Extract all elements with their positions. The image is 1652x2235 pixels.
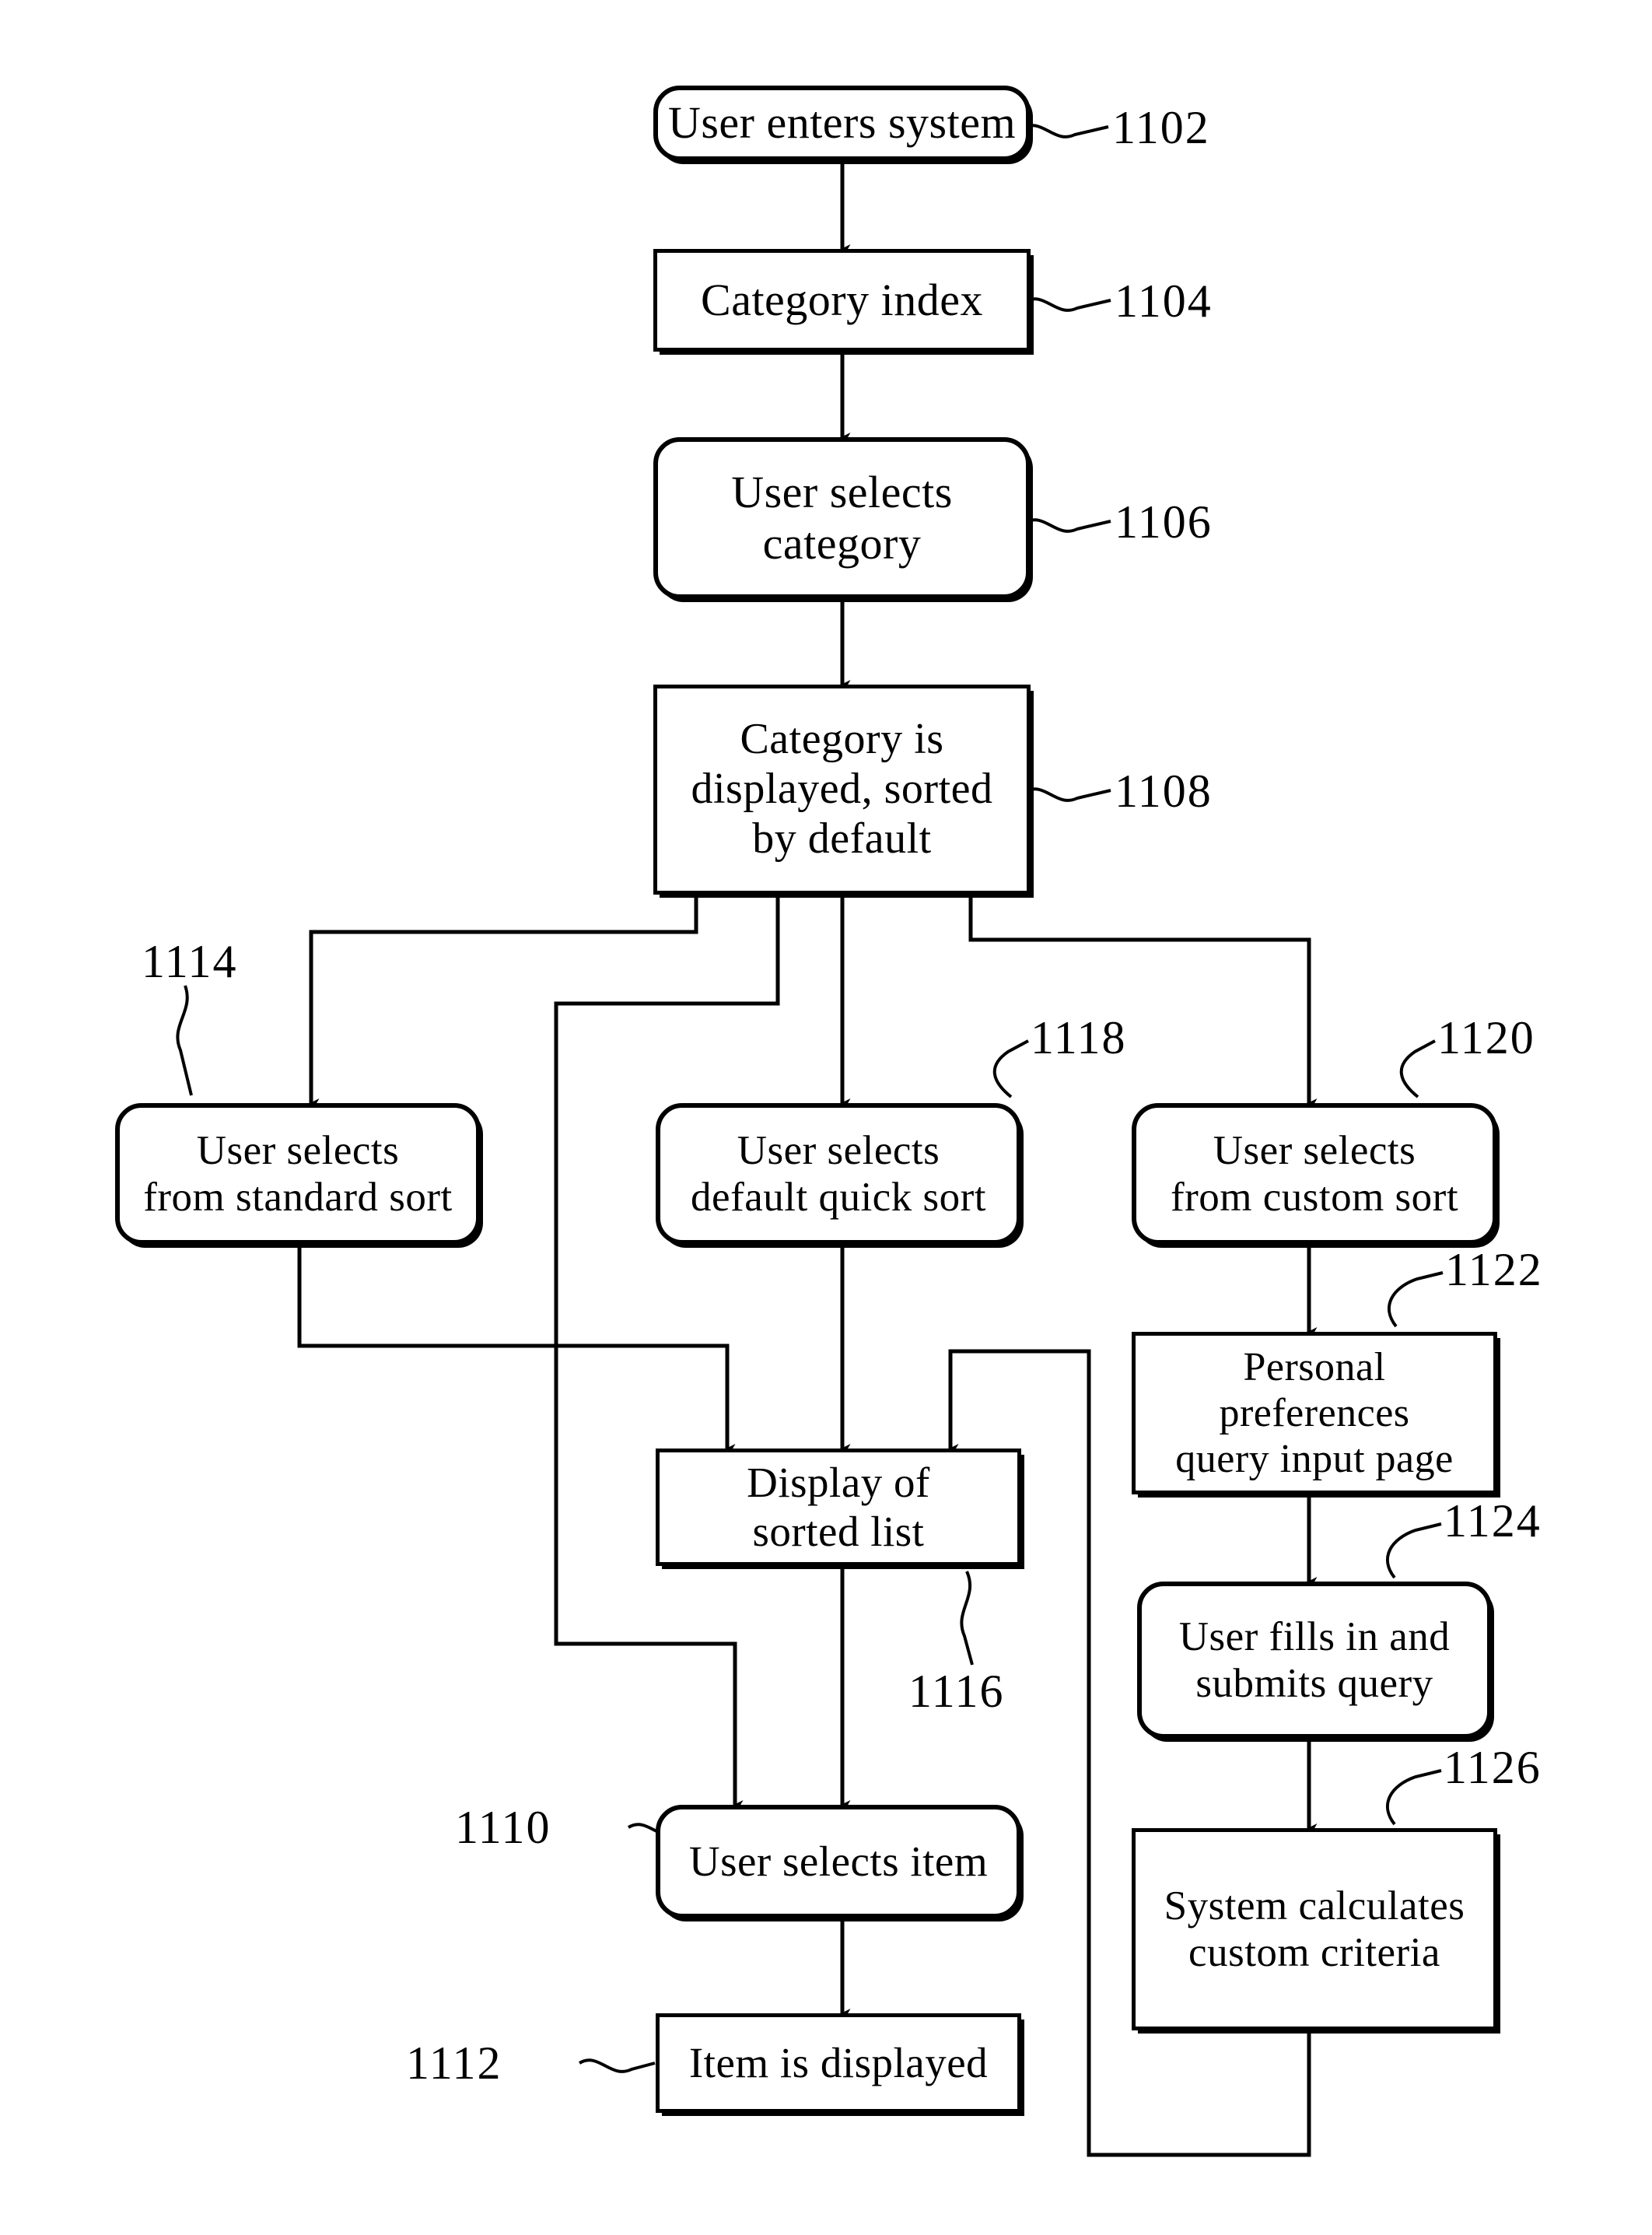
- node-label-line1: Category is: [740, 715, 944, 764]
- ref-numeral-1118: 1118: [1031, 1012, 1127, 1063]
- leader-1102: [1021, 124, 1109, 138]
- ref-numeral-1120: 1120: [1437, 1012, 1535, 1063]
- node-label-line2: sorted list: [752, 1507, 925, 1555]
- leader-1124: [1385, 1522, 1442, 1579]
- edge-1108-1114: [309, 895, 698, 1108]
- leader-1122: [1387, 1271, 1444, 1328]
- ref-numeral-1124: 1124: [1444, 1495, 1542, 1547]
- leader-1112: [578, 2058, 656, 2073]
- node-category-displayed-sorted[interactable]: Category is displayed, sorted by default: [653, 685, 1031, 895]
- edge-1108-1120: [968, 895, 1318, 1108]
- ref-numeral-1102: 1102: [1112, 102, 1210, 153]
- node-user-enters-system[interactable]: User enters system: [653, 86, 1031, 161]
- node-user-selects-standard-sort[interactable]: User selects from standard sort: [115, 1103, 481, 1245]
- edge-1108-1110: [554, 895, 780, 1809]
- node-system-calculates-custom-criteria[interactable]: System calculates custom criteria: [1132, 1828, 1497, 2030]
- node-label: User selects item: [688, 1837, 989, 1885]
- ref-numeral-1116: 1116: [908, 1666, 1005, 1717]
- node-label-line2: displayed, sorted: [691, 765, 993, 814]
- leader-1120: [1399, 1039, 1436, 1098]
- node-label-line1: User selects: [731, 466, 953, 517]
- ref-numeral-1114: 1114: [142, 936, 238, 987]
- node-label-line2: custom criteria: [1188, 1930, 1440, 1975]
- leader-1126: [1385, 1769, 1442, 1826]
- ref-numeral-1104: 1104: [1115, 275, 1213, 327]
- node-label: Category index: [701, 274, 983, 325]
- node-label-line2: preferences: [1219, 1390, 1410, 1435]
- node-label-line3: query input page: [1175, 1437, 1454, 1482]
- leader-1108: [1024, 787, 1111, 802]
- leader-1104: [1024, 297, 1111, 312]
- node-user-selects-category[interactable]: User selects category: [653, 437, 1031, 599]
- node-user-selects-custom-sort[interactable]: User selects from custom sort: [1132, 1103, 1497, 1245]
- node-item-is-displayed[interactable]: Item is displayed: [656, 2013, 1021, 2113]
- leader-1116: [960, 1571, 974, 1666]
- leader-1106: [1024, 518, 1111, 533]
- node-label: Item is displayed: [688, 2038, 989, 2086]
- ref-numeral-1122: 1122: [1445, 1244, 1543, 1295]
- leader-1114: [176, 985, 193, 1096]
- figure-sheet: User enters system Category index User s…: [0, 0, 1652, 2235]
- node-label-line2: from custom sort: [1170, 1175, 1459, 1220]
- node-user-selects-item[interactable]: User selects item: [656, 1805, 1021, 1918]
- node-label-line2: submits query: [1195, 1661, 1433, 1706]
- ref-numeral-1126: 1126: [1444, 1742, 1542, 1793]
- node-label-line2: default quick sort: [691, 1175, 986, 1220]
- ref-numeral-1110: 1110: [455, 1802, 551, 1853]
- node-label-line2: from standard sort: [143, 1175, 453, 1220]
- node-label-line1: User selects: [1213, 1127, 1416, 1173]
- node-user-fills-in-submits-query[interactable]: User fills in and submits query: [1137, 1582, 1492, 1739]
- edge-1114-1116: [297, 1245, 736, 1453]
- leader-1118: [992, 1039, 1029, 1098]
- node-label-line1: Personal: [1243, 1344, 1386, 1389]
- node-label-line1: Display of: [747, 1458, 930, 1506]
- node-label-line3: by default: [752, 814, 932, 863]
- node-label-line2: category: [762, 518, 922, 569]
- node-label-line1: User fills in and: [1178, 1613, 1451, 1659]
- node-category-index[interactable]: Category index: [653, 249, 1031, 352]
- node-label-line1: User selects: [737, 1127, 940, 1173]
- node-label: User enters system: [667, 97, 1017, 149]
- node-label-line1: User selects: [196, 1127, 400, 1173]
- ref-numeral-1106: 1106: [1115, 496, 1213, 548]
- node-user-selects-default-quick-sort[interactable]: User selects default quick sort: [656, 1103, 1021, 1245]
- node-personal-preferences-query-input-page[interactable]: Personal preferences query input page: [1132, 1332, 1497, 1494]
- node-label-line1: System calculates: [1164, 1883, 1465, 1928]
- node-display-of-sorted-list[interactable]: Display of sorted list: [656, 1449, 1021, 1566]
- ref-numeral-1108: 1108: [1115, 765, 1213, 817]
- ref-numeral-1112: 1112: [406, 2037, 502, 2089]
